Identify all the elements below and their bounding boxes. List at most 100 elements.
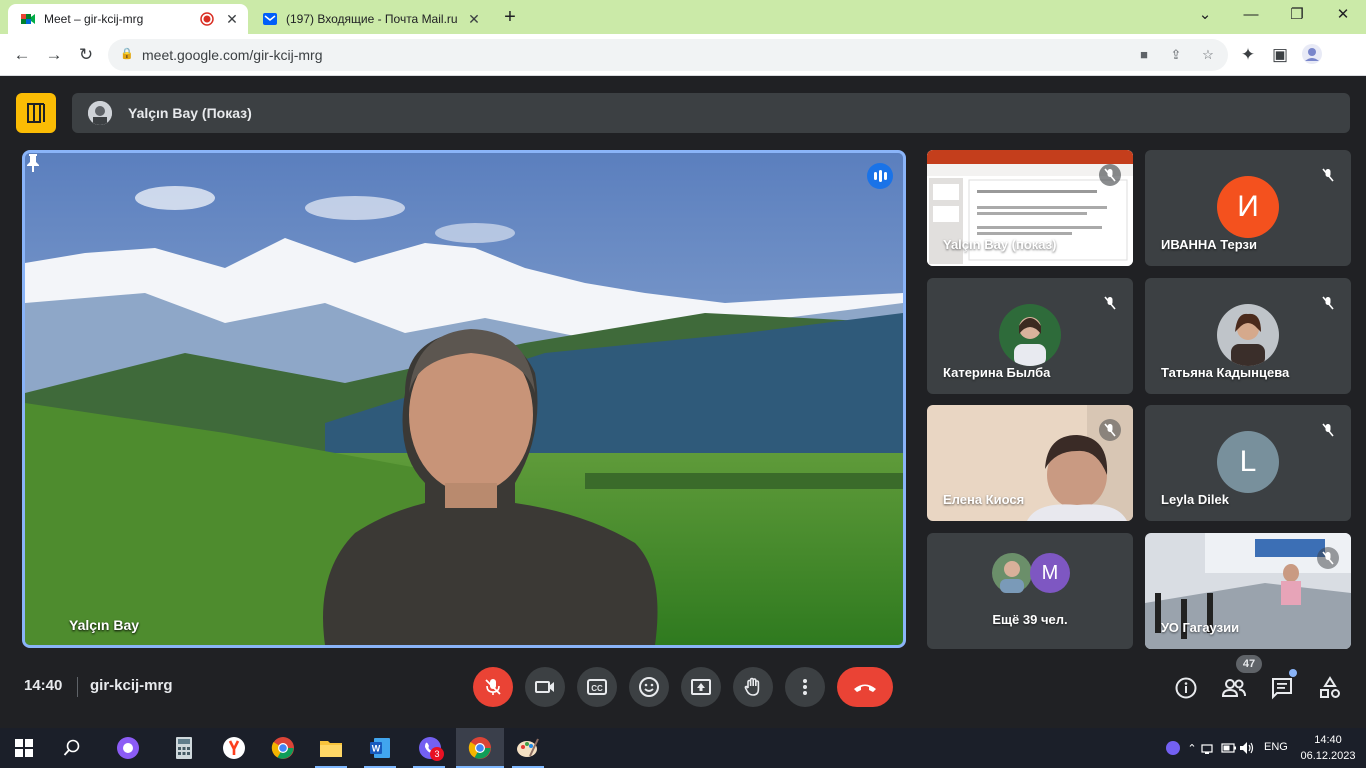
meeting-details-button[interactable] (16, 93, 56, 133)
muted-mic-icon (1322, 168, 1334, 182)
meeting-code: gir-kcij-mrg (90, 677, 173, 694)
participant-name: ИВАННА Терзи (1161, 237, 1257, 252)
main-video[interactable]: Yalçın Bay (22, 150, 906, 648)
restore-button[interactable]: ❐ (1274, 4, 1320, 28)
video-camera-icon (535, 681, 554, 693)
start-button[interactable] (10, 734, 38, 762)
divider (77, 677, 78, 697)
raise-hand-button[interactable] (733, 667, 773, 707)
participant-avatar (999, 304, 1061, 366)
more-participants-label: Ещё 39 чел. (992, 612, 1068, 627)
back-icon[interactable]: ← (10, 43, 34, 67)
door-icon (27, 103, 45, 123)
tab-title: Meet – gir-kcij-mrg (44, 12, 144, 26)
battery-icon[interactable] (1220, 734, 1238, 762)
url-text[interactable]: meet.google.com/gir-kcij-mrg (142, 47, 323, 63)
end-call-icon (854, 684, 876, 692)
viber-tray-icon[interactable] (1164, 734, 1182, 762)
reload-icon[interactable]: ↻ (74, 43, 98, 67)
more-options-button[interactable] (785, 667, 825, 707)
input-language[interactable]: ENG (1264, 741, 1288, 753)
participant-avatar: L (1217, 431, 1279, 493)
reactions-button[interactable] (629, 667, 669, 707)
muted-mic-icon (1099, 164, 1121, 186)
participant-name: УО Гагаузии (1161, 620, 1240, 635)
participant-name: Елена Киося (943, 492, 1025, 507)
bookmark-star-icon[interactable]: ☆ (1198, 45, 1218, 65)
tab-meet[interactable]: Meet – gir-kcij-mrg ✕ (8, 4, 248, 34)
minimize-button[interactable]: — (1228, 4, 1274, 28)
more-participants-tile[interactable]: M Ещё 39 чел. (927, 533, 1133, 649)
tab-search-icon[interactable]: ⌄ (1182, 4, 1228, 28)
participant-count-badge: 47 (1236, 655, 1262, 673)
svg-text:W: W (372, 744, 381, 754)
participant-tile[interactable]: УО Гагаузии (1145, 533, 1351, 649)
more-vert-icon (803, 679, 807, 695)
camera-icon[interactable]: ■ (1134, 45, 1154, 65)
participant-tile[interactable]: Татьяна Кадынцева (1145, 278, 1351, 394)
participant-tile[interactable]: Yalçın Bay (показ) (927, 150, 1133, 266)
present-screen-button[interactable] (681, 667, 721, 707)
close-window-button[interactable]: ✕ (1320, 4, 1366, 28)
new-tab-button[interactable]: + (498, 6, 522, 30)
pin-icon[interactable] (25, 153, 41, 173)
presenting-label: Yalçın Bay (Показ) (128, 105, 252, 121)
meeting-info-button[interactable] (1173, 675, 1199, 701)
calculator-icon[interactable] (170, 734, 198, 762)
volume-icon[interactable] (1238, 734, 1256, 762)
forward-icon[interactable]: → (42, 43, 66, 67)
yandex-browser-icon[interactable] (220, 734, 248, 762)
presentation-bar[interactable]: Yalçın Bay (Показ) (72, 93, 1350, 133)
clock-time: 14:40 (1314, 734, 1342, 746)
video-background (25, 153, 903, 645)
people-button[interactable] (1221, 675, 1247, 701)
leave-call-button[interactable] (837, 667, 893, 707)
captions-button[interactable]: CC (577, 667, 617, 707)
tab-mail[interactable]: (197) Входящие - Почта Mail.ru ✕ (250, 4, 490, 34)
network-icon[interactable] (1200, 734, 1218, 762)
participant-name: Катерина Былба (943, 365, 1051, 380)
participant-tile[interactable]: L Leyla Dilek (1145, 405, 1351, 521)
tab-title: (197) Входящие - Почта Mail.ru (286, 12, 458, 26)
extensions-icon[interactable]: ✦ (1236, 43, 1260, 67)
participant-avatar: И (1217, 176, 1279, 238)
share-icon[interactable]: ⇪ (1166, 45, 1186, 65)
search-button[interactable] (58, 734, 86, 762)
close-tab-icon[interactable]: ✕ (464, 11, 484, 28)
chat-button[interactable] (1269, 669, 1297, 701)
participant-avatar (1217, 304, 1279, 366)
alice-assistant-icon[interactable] (114, 734, 142, 762)
profile-avatar[interactable] (1300, 43, 1324, 67)
unread-dot (1289, 669, 1297, 677)
participant-tile[interactable]: Елена Киося (927, 405, 1133, 521)
chrome-icon[interactable] (269, 734, 297, 762)
participant-tile[interactable]: Катерина Былба (927, 278, 1133, 394)
meeting-time: 14:40 (24, 677, 63, 694)
windows-taskbar: W 3 ⌃ ENG 14:40 06.12.2023 (0, 728, 1366, 768)
clock-date: 06.12.2023 (1300, 750, 1356, 762)
mail-icon (263, 13, 277, 25)
presenter-avatar (88, 101, 112, 125)
muted-mic-icon (1322, 423, 1334, 437)
muted-mic-icon (1104, 296, 1116, 310)
browser-toolbar: ← → ↻ 🔒 meet.google.com/gir-kcij-mrg ■ ⇪… (0, 34, 1366, 76)
file-explorer-icon[interactable] (317, 734, 345, 762)
participant-tile[interactable]: И ИВАННА Терзи (1145, 150, 1351, 266)
emoji-icon (639, 677, 659, 697)
close-tab-icon[interactable]: ✕ (222, 11, 242, 28)
chrome-active-icon[interactable] (466, 734, 494, 762)
paint-icon[interactable] (514, 734, 542, 762)
address-bar[interactable]: 🔒 meet.google.com/gir-kcij-mrg ■ ⇪ ☆ (108, 39, 1228, 71)
system-clock[interactable]: 14:40 06.12.2023 (1296, 732, 1360, 764)
side-panel-icon[interactable]: ▣ (1268, 43, 1292, 67)
activities-button[interactable] (1317, 675, 1343, 701)
mic-off-icon (485, 679, 501, 695)
mic-toggle-button[interactable] (473, 667, 513, 707)
svg-text:CC: CC (591, 684, 603, 693)
chevron-up-icon[interactable]: ⌃ (1184, 734, 1200, 762)
recording-icon (200, 12, 214, 26)
word-icon[interactable]: W (366, 734, 394, 762)
viber-icon[interactable]: 3 (416, 734, 444, 762)
camera-toggle-button[interactable] (525, 667, 565, 707)
muted-mic-icon (1317, 547, 1339, 569)
